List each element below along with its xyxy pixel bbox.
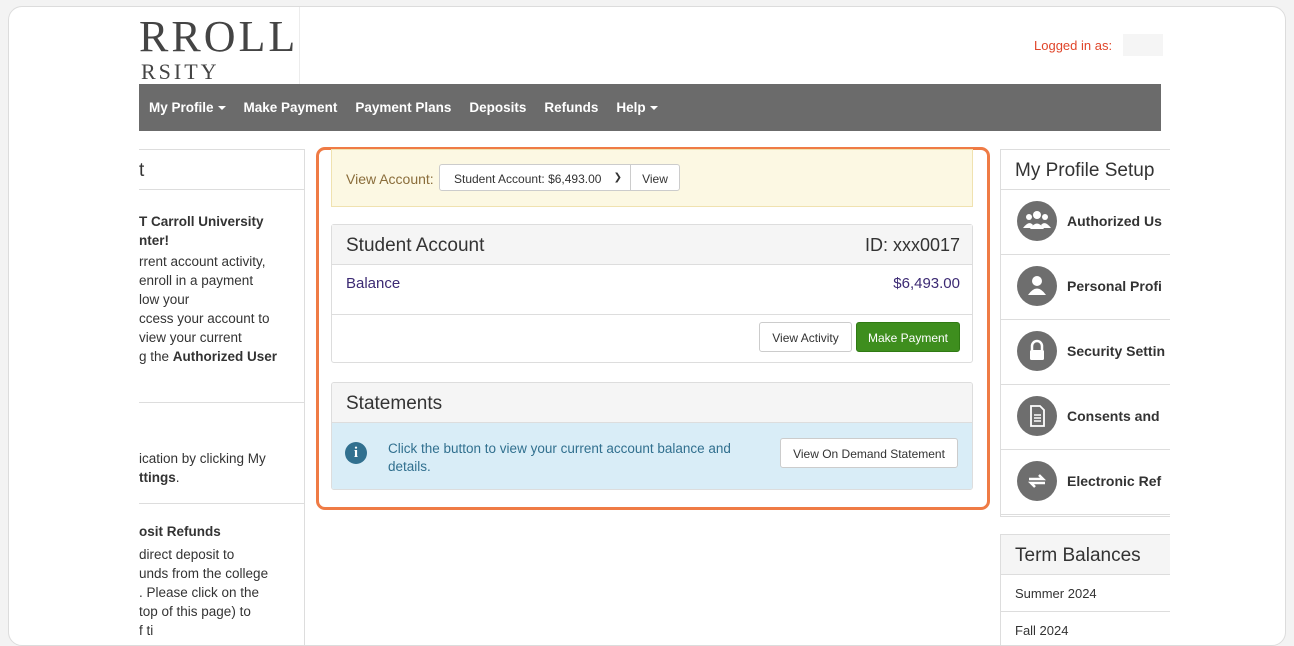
nav-make-payment[interactable]: Make Payment bbox=[235, 100, 347, 115]
view-account-label: View Account: bbox=[346, 171, 434, 187]
verify-line2: ttings. bbox=[139, 468, 304, 487]
statements-info-alert: i Click the button to view your current … bbox=[332, 423, 972, 489]
welcome-panel: t T Carroll University nter! rrent accou… bbox=[139, 149, 305, 645]
refund-line: top of this page) to bbox=[139, 604, 251, 619]
refund-line: direct deposit to bbox=[139, 547, 235, 562]
nav-payment-plans[interactable]: Payment Plans bbox=[346, 100, 460, 115]
student-id: ID: xxx0017 bbox=[864, 235, 960, 255]
term-row[interactable]: Summer 2024 bbox=[1001, 575, 1170, 612]
student-account-header: Student Account ID: xxx0017 bbox=[332, 225, 972, 265]
profile-item-authorized-users[interactable]: Authorized Us bbox=[1001, 190, 1170, 255]
account-select-value: Student Account: $6,493.00 bbox=[454, 172, 602, 186]
account-select[interactable]: Student Account: $6,493.00 ❯ bbox=[439, 164, 631, 191]
statements-message: Click the button to view your current ac… bbox=[388, 441, 731, 474]
intro-line: low your bbox=[139, 292, 190, 307]
intro-line: enroll in a payment bbox=[139, 273, 254, 288]
intro-line: ccess your account to bbox=[139, 311, 270, 326]
profile-item-electronic-refunds[interactable]: Electronic Ref bbox=[1001, 450, 1170, 515]
intro-line-auth: g the Authorized User bbox=[139, 347, 304, 366]
balance-value: $6,493.00 bbox=[893, 275, 960, 292]
balance-row: Balance $6,493.00 bbox=[332, 265, 972, 315]
statements-panel: Statements i Click the button to view yo… bbox=[331, 382, 973, 490]
nav-help[interactable]: Help bbox=[607, 100, 666, 115]
profile-item-label: Authorized Us bbox=[1067, 213, 1162, 229]
browser-frame: RROLL RSITY Logged in as: My Profile Mak… bbox=[8, 6, 1286, 646]
refund-line: . Please click on the bbox=[139, 585, 260, 600]
nav-refunds[interactable]: Refunds bbox=[535, 100, 607, 115]
term-row[interactable]: Fall 2024 bbox=[1001, 612, 1170, 645]
profile-item-label: Consents and bbox=[1067, 408, 1160, 424]
verify-line2-tail: . bbox=[175, 470, 180, 485]
profile-item-personal-profile[interactable]: Personal Profi bbox=[1001, 255, 1170, 320]
info-icon: i bbox=[345, 442, 367, 464]
logo-divider bbox=[299, 7, 300, 85]
balance-label: Balance bbox=[346, 275, 401, 292]
nav-my-profile[interactable]: My Profile bbox=[139, 100, 235, 115]
term-balances-title: Term Balances bbox=[1001, 535, 1170, 575]
profile-setup-panel: My Profile Setup Authorized Us Personal … bbox=[1000, 149, 1170, 517]
welcome-title-line1: T Carroll University bbox=[139, 214, 264, 229]
lock-icon bbox=[1017, 331, 1057, 371]
profile-item-security-settings[interactable]: Security Settin bbox=[1001, 320, 1170, 385]
nav-help-label: Help bbox=[616, 100, 646, 115]
logged-in-label: Logged in as: bbox=[1034, 38, 1113, 53]
main-nav: My Profile Make Payment Payment Plans De… bbox=[139, 84, 1161, 131]
authorized-user-link[interactable]: Authorized User bbox=[173, 349, 277, 364]
view-button[interactable]: View bbox=[630, 164, 680, 191]
refund-line: f ti bbox=[139, 623, 154, 638]
student-account-title: Student Account bbox=[346, 235, 485, 256]
caret-down-icon bbox=[217, 106, 226, 111]
view-on-demand-statement-button[interactable]: View On Demand Statement bbox=[780, 438, 958, 468]
intro-line-auth-prefix: g the bbox=[139, 349, 173, 364]
users-icon bbox=[1017, 201, 1057, 241]
profile-setup-title: My Profile Setup bbox=[1001, 150, 1170, 190]
profile-item-label: Electronic Ref bbox=[1067, 473, 1162, 489]
refresh-icon bbox=[1017, 461, 1057, 501]
university-logo-subtitle: RSITY bbox=[141, 59, 220, 84]
nav-deposits[interactable]: Deposits bbox=[460, 100, 535, 115]
refund-heading: osit Refunds bbox=[139, 524, 221, 539]
logged-in-username bbox=[1123, 34, 1163, 56]
profile-item-label: Security Settin bbox=[1067, 343, 1166, 359]
verify-line1: ication by clicking My bbox=[139, 451, 266, 466]
intro-line: view your current bbox=[139, 330, 242, 345]
chevron-down-icon: ❯ bbox=[613, 172, 622, 183]
nav-my-profile-label: My Profile bbox=[149, 100, 214, 115]
term-balances-panel: Term Balances Summer 2024 Fall 2024 bbox=[1000, 534, 1170, 645]
view-activity-button[interactable]: View Activity bbox=[759, 322, 852, 352]
welcome-title-line2: nter! bbox=[139, 233, 169, 248]
profile-item-consents[interactable]: Consents and bbox=[1001, 385, 1170, 450]
intro-line: rrent account activity, bbox=[139, 254, 266, 269]
document-icon bbox=[1017, 396, 1057, 436]
view-account-bar: View Account: Student Account: $6,493.00… bbox=[331, 149, 973, 207]
person-icon bbox=[1017, 266, 1057, 306]
welcome-panel-heading: t bbox=[139, 150, 304, 190]
student-account-panel: Student Account ID: xxx0017 Balance $6,4… bbox=[331, 224, 973, 363]
university-logo[interactable]: RROLL bbox=[139, 15, 298, 59]
caret-down-icon bbox=[649, 106, 658, 111]
refund-line: unds from the college bbox=[139, 566, 269, 581]
profile-item-label: Personal Profi bbox=[1067, 278, 1162, 294]
statements-header: Statements bbox=[332, 383, 972, 423]
settings-link[interactable]: ttings bbox=[139, 470, 176, 485]
make-payment-button[interactable]: Make Payment bbox=[856, 322, 960, 352]
statements-title: Statements bbox=[346, 393, 443, 414]
